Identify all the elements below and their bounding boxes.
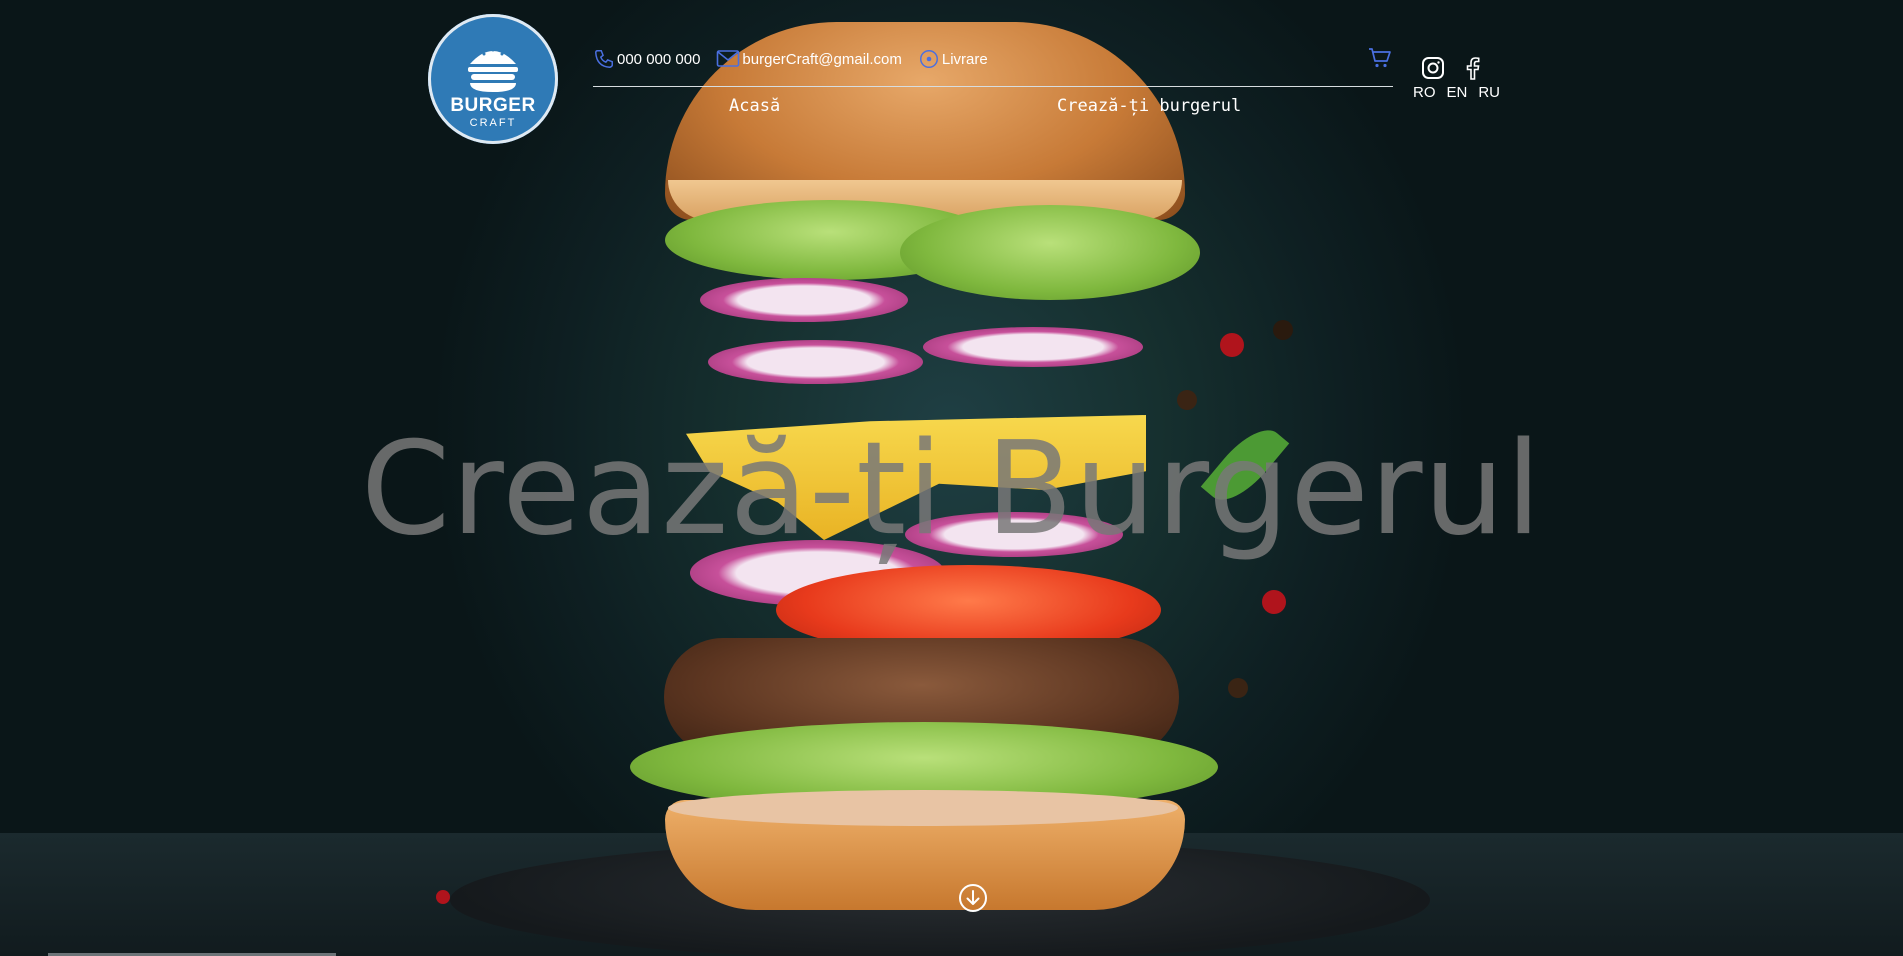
phone-icon <box>595 50 613 68</box>
burger-logo-icon <box>468 48 518 92</box>
peppercorn <box>1273 320 1293 340</box>
facebook-icon <box>1466 57 1480 80</box>
cart-button[interactable] <box>1368 47 1392 74</box>
brand-title: BURGER <box>450 95 536 116</box>
lettuce-top-right <box>900 205 1200 300</box>
peppercorn <box>1262 590 1286 614</box>
nav-build-burger[interactable]: Crează-ți burgerul <box>1057 96 1241 116</box>
header-divider <box>593 86 1393 87</box>
contact-delivery[interactable]: Livrare <box>918 48 988 70</box>
lang-ro[interactable]: RO <box>1413 84 1436 101</box>
peppercorn <box>436 890 450 904</box>
scroll-down-button[interactable] <box>958 883 988 913</box>
contact-email[interactable]: burgerCraft@gmail.com <box>716 49 902 69</box>
onion-slice <box>923 327 1143 367</box>
peppercorn <box>1228 678 1248 698</box>
nav-home[interactable]: Acasă <box>729 96 780 116</box>
sauce-layer <box>668 790 1178 826</box>
instagram-icon <box>1422 57 1444 79</box>
contact-phone[interactable]: 000 000 000 <box>593 48 700 70</box>
cart-icon <box>1369 48 1391 68</box>
onion-slice <box>708 340 923 384</box>
peppercorn <box>1220 333 1244 357</box>
arrow-down-circle-icon <box>959 884 987 912</box>
onion-slice <box>700 278 908 322</box>
phone-number: 000 000 000 <box>617 50 701 68</box>
brand-subtitle: CRAFT <box>469 117 517 129</box>
instagram-link[interactable] <box>1421 56 1445 85</box>
facebook-link[interactable] <box>1462 56 1482 85</box>
lang-en[interactable]: EN <box>1447 84 1468 101</box>
lang-ru[interactable]: RU <box>1478 84 1500 101</box>
email-address: burgerCraft@gmail.com <box>742 50 902 68</box>
mail-icon <box>717 50 740 67</box>
hero-title: Crează-ți Burgerul <box>360 415 1543 564</box>
contact-bar: 000 000 000 burgerCraft@gmail.com Livrar… <box>593 44 988 74</box>
brand-logo[interactable]: BURGER CRAFT <box>428 14 558 144</box>
language-switcher: RO EN RU <box>1413 84 1500 101</box>
delivery-link: Livrare <box>941 50 988 68</box>
location-icon <box>919 50 938 68</box>
peppercorn <box>1177 390 1197 410</box>
